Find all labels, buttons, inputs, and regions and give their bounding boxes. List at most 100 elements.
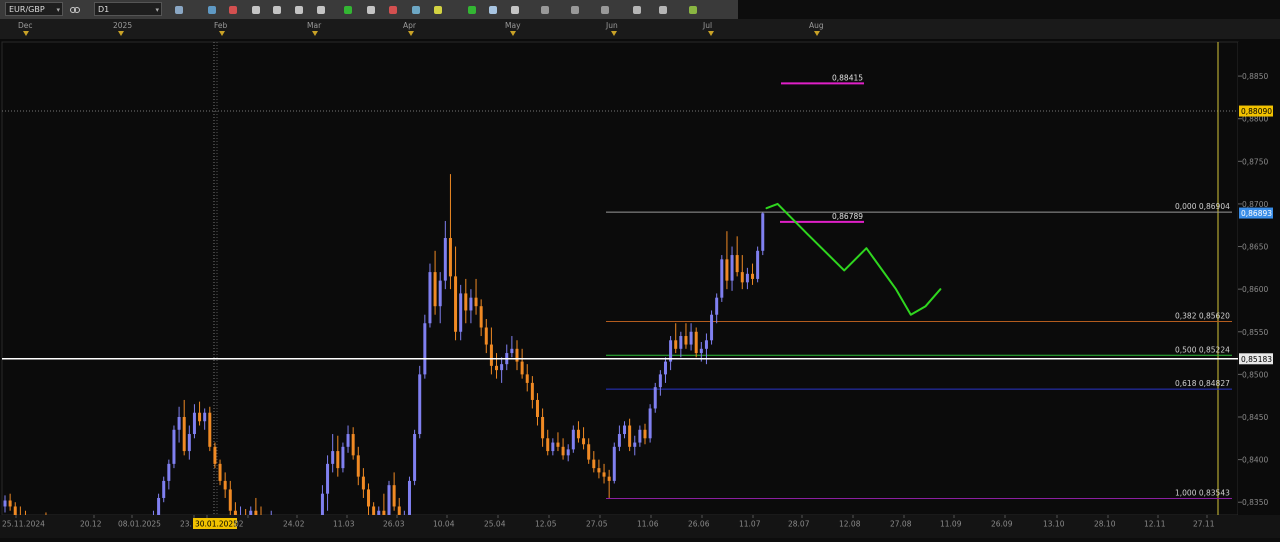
- month-label: Aug: [809, 21, 824, 30]
- candle-body: [740, 272, 744, 283]
- text-icon[interactable]: [364, 3, 377, 16]
- candle-body: [735, 255, 739, 273]
- candle-body: [413, 434, 417, 481]
- candle-body: [566, 449, 570, 456]
- time-tick-label: 28.07: [788, 520, 810, 529]
- candle-body: [571, 429, 575, 450]
- layout-icon[interactable]: [486, 3, 499, 16]
- candle-body: [725, 259, 729, 281]
- cursor-icon[interactable]: [205, 3, 218, 16]
- chevron-down-icon[interactable]: ▾: [155, 3, 159, 17]
- candlestick-chart[interactable]: Dec 2025 Feb Mar Apr May Jun Jul Aug0,88500,8800…: [0, 19, 1280, 542]
- candle-body: [367, 489, 371, 507]
- candle-body: [459, 293, 463, 332]
- month-label: Jun: [605, 21, 618, 30]
- candle-body: [612, 446, 616, 481]
- fib-level-label: 0,500 0,85224: [1175, 345, 1230, 354]
- candle-body: [326, 463, 330, 494]
- settings-icon[interactable]: [686, 3, 699, 16]
- candle-body: [167, 463, 171, 481]
- fib-icon[interactable]: [598, 3, 611, 16]
- pencil-icon[interactable]: [431, 3, 444, 16]
- timeframe-select[interactable]: D1 ▾: [94, 2, 162, 16]
- current-price-badge-label: 0,86893: [1241, 209, 1272, 218]
- circle-icon[interactable]: [630, 3, 643, 16]
- candle-body: [3, 500, 7, 507]
- candle-body: [428, 272, 432, 324]
- time-tick-label: 02: [234, 520, 244, 529]
- candle-body: [602, 472, 606, 477]
- candle-body: [623, 425, 627, 435]
- candle-body: [761, 213, 765, 251]
- candle-body: [484, 327, 488, 345]
- eraser-icon[interactable]: [508, 3, 521, 16]
- fill-icon[interactable]: [341, 3, 354, 16]
- time-tick-label: 11.07: [739, 520, 761, 529]
- time-tick-label: 11.03: [333, 520, 355, 529]
- candle-body: [213, 446, 217, 464]
- candle-body: [489, 344, 493, 366]
- line-icon[interactable]: [226, 3, 239, 16]
- link-icon[interactable]: [68, 3, 81, 16]
- candle-body: [541, 416, 545, 439]
- candle-body: [346, 434, 350, 447]
- price-tick-label: 0,8450: [1242, 413, 1268, 422]
- price-tick-label: 0,8750: [1242, 157, 1268, 166]
- time-tick-label: 27.11: [1193, 520, 1215, 529]
- time-tick-label: 11.06: [637, 520, 659, 529]
- candle-body: [535, 399, 539, 417]
- candle-body: [694, 331, 698, 354]
- time-strip: [0, 19, 1280, 39]
- candle-body: [448, 238, 452, 277]
- zoom-out-icon[interactable]: [270, 3, 283, 16]
- chart-type-icon[interactable]: [172, 3, 185, 16]
- time-tick-label: 25.04: [484, 520, 506, 529]
- symbol-select[interactable]: EUR/GBP ▾: [5, 2, 63, 16]
- candle-body: [663, 361, 667, 375]
- price-tick-label: 0,8600: [1242, 285, 1268, 294]
- candle-body: [653, 387, 657, 409]
- fib-level-label: 0,618 0,84827: [1175, 379, 1230, 388]
- candle-body: [382, 510, 386, 515]
- chart-area[interactable]: Dec 2025 Feb Mar Apr May Jun Jul Aug 0,8850 0,8800…: [0, 19, 1280, 542]
- candle-body: [592, 459, 596, 469]
- highlighted-date-label: 30.01.2025: [195, 520, 238, 529]
- fib-level-label: 0,382 0,85620: [1175, 312, 1230, 321]
- target-level-label: 0,88415: [832, 73, 863, 82]
- candle-body: [407, 480, 411, 515]
- candle-body: [172, 429, 176, 464]
- candle-body: [162, 480, 166, 498]
- candle-body: [443, 238, 447, 281]
- candle-body: [520, 361, 524, 375]
- time-tick-label: 23.: [180, 520, 192, 529]
- target-level-label: 0,86789: [832, 212, 863, 221]
- candle-body: [198, 412, 202, 422]
- palette-icon[interactable]: [386, 3, 399, 16]
- candle-body: [361, 476, 365, 490]
- channel-icon[interactable]: [538, 3, 551, 16]
- candle-body: [203, 412, 207, 422]
- globe-icon[interactable]: [409, 3, 422, 16]
- time-tick-label: 26.06: [688, 520, 710, 529]
- candle-body: [351, 434, 355, 456]
- candle-body: [730, 255, 734, 281]
- price-tick-label: 0,8400: [1242, 456, 1268, 465]
- candle-body: [546, 438, 550, 452]
- time-tick-label: 25.11.2024: [2, 520, 45, 529]
- month-label: 2025: [113, 21, 132, 30]
- ruler-icon[interactable]: [656, 3, 669, 16]
- arrows-icon[interactable]: [465, 3, 478, 16]
- trend-icon[interactable]: [568, 3, 581, 16]
- crosshair-icon[interactable]: [292, 3, 305, 16]
- candle-body: [438, 280, 442, 307]
- candle-body: [587, 444, 591, 460]
- chevron-down-icon[interactable]: ▾: [56, 3, 60, 17]
- dot-icon[interactable]: [314, 3, 327, 16]
- candle-body: [208, 412, 212, 447]
- time-tick-label: 27.05: [586, 520, 608, 529]
- candle-body: [341, 446, 345, 469]
- time-tick-label: 08.01.2025: [118, 520, 161, 529]
- zoom-in-icon[interactable]: [249, 3, 262, 16]
- month-label: Feb: [214, 21, 228, 30]
- alert-price-badge-label: 0,88090: [1241, 107, 1272, 116]
